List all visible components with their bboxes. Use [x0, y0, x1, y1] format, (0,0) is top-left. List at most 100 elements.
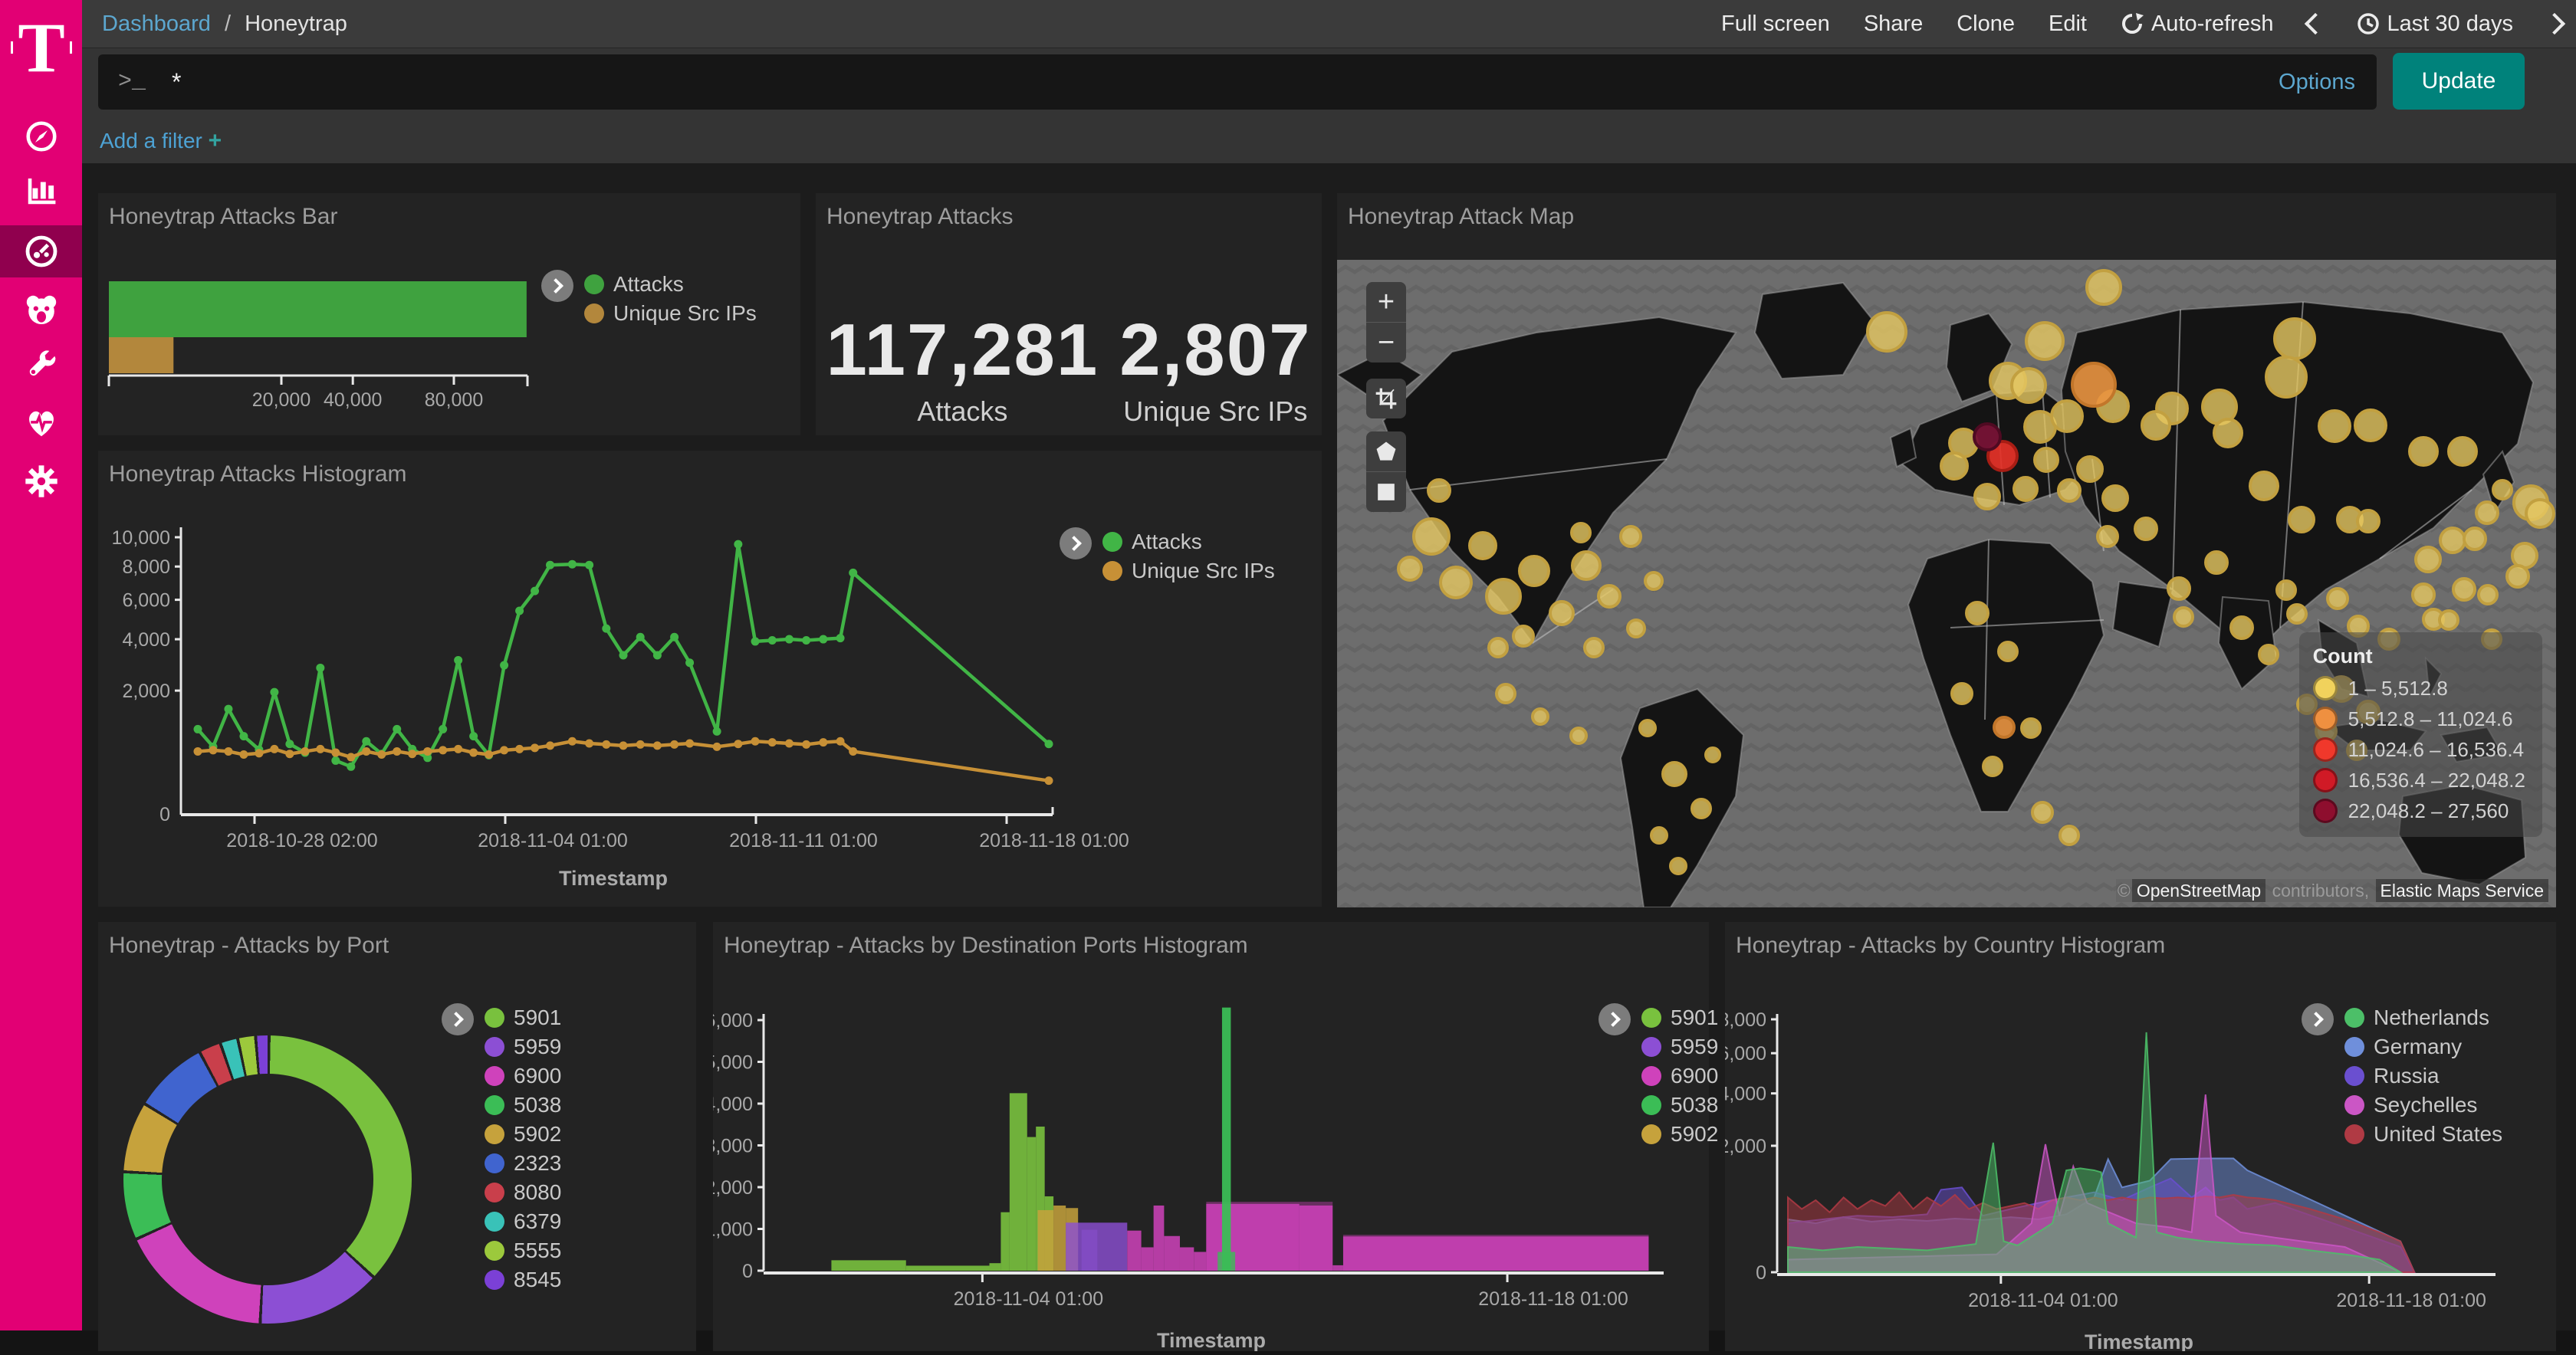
legend-item-5038[interactable]: 5038: [485, 1091, 561, 1120]
legend-item-5555[interactable]: 5555: [485, 1236, 561, 1265]
legend-item-seychelles[interactable]: Seychelles: [2344, 1091, 2502, 1120]
legend-item-attacks[interactable]: Attacks: [584, 270, 757, 299]
legend-item-5902[interactable]: 5902: [1641, 1120, 1718, 1149]
legend-label: Attacks: [1132, 530, 1202, 554]
add-filter-link[interactable]: Add a filter +: [100, 128, 222, 154]
update-button[interactable]: Update: [2393, 53, 2525, 110]
legend-item-unique-src-ips[interactable]: Unique Src IPs: [584, 299, 757, 328]
share-button[interactable]: Share: [1864, 11, 1923, 37]
legend-label: 6900: [514, 1064, 561, 1088]
legend-dot: [1641, 1008, 1661, 1028]
telekom-logo[interactable]: T: [11, 12, 72, 83]
legend-item-5959[interactable]: 5959: [1641, 1032, 1718, 1061]
sidebar-item-management[interactable]: [0, 455, 82, 507]
legend-dot: [584, 303, 604, 323]
sidebar-item-devtools[interactable]: [0, 340, 82, 392]
svg-text:2018-11-04 01:00: 2018-11-04 01:00: [954, 1288, 1104, 1310]
attacks-histogram-chart[interactable]: 10,0008,0006,0004,0002,00002018-10-28 02…: [98, 451, 1322, 907]
legend-dot: [2344, 1037, 2364, 1057]
legend-label: Russia: [2374, 1064, 2440, 1088]
breadcrumb-separator: /: [225, 11, 231, 36]
svg-text:2,000: 2,000: [122, 681, 170, 702]
panel-attacks-by-port: Honeytrap - Attacks by Port 590159596900…: [98, 922, 696, 1351]
svg-text:8,000: 8,000: [1725, 1009, 1766, 1031]
time-forward-button[interactable]: [2547, 16, 2562, 31]
heartbeat-icon: [24, 405, 59, 441]
svg-text:2018-11-11 01:00: 2018-11-11 01:00: [729, 830, 878, 851]
zoom-out-button[interactable]: −: [1366, 322, 1406, 363]
legend-label: Attacks: [613, 272, 684, 297]
legend-item-5902[interactable]: 5902: [485, 1120, 561, 1149]
osm-link[interactable]: OpenStreetMap: [2132, 879, 2266, 902]
dest-ports-histogram-chart[interactable]: 6,0005,0004,0003,0002,0001,00002018-11-0…: [713, 922, 1709, 1351]
chevron-left-icon: [2304, 13, 2325, 34]
edit-button[interactable]: Edit: [2049, 11, 2087, 37]
svg-text:1,000: 1,000: [713, 1219, 753, 1241]
breadcrumb-dashboard-link[interactable]: Dashboard: [102, 11, 211, 36]
logo-square-right: [70, 41, 72, 54]
legend-item-unique-src-ips[interactable]: Unique Src IPs: [1102, 556, 1275, 586]
legend-label: 2323: [514, 1151, 561, 1176]
query-text[interactable]: *: [172, 68, 2279, 97]
legend-label: Unique Src IPs: [613, 301, 757, 326]
time-back-button[interactable]: [2308, 16, 2323, 31]
query-bar: >_ * Options Update: [82, 48, 2576, 119]
svg-text:8,000: 8,000: [122, 556, 170, 578]
draw-polygon-button[interactable]: [1366, 431, 1406, 471]
legend-item-russia[interactable]: Russia: [2344, 1061, 2502, 1091]
attacks-histogram-legend: AttacksUnique Src IPs: [1060, 527, 1275, 586]
svg-text:10,000: 10,000: [112, 527, 170, 549]
attack-map[interactable]: + −: [1337, 260, 2556, 907]
legend-item-6900[interactable]: 6900: [485, 1061, 561, 1091]
metric-label: Unique Src IPs: [1119, 395, 1311, 428]
panel-attack-map: Honeytrap Attack Map + −: [1337, 193, 2556, 907]
legend-item-united-states[interactable]: United States: [2344, 1120, 2502, 1149]
legend-item-5959[interactable]: 5959: [485, 1032, 561, 1061]
draw-rectangle-button[interactable]: [1366, 471, 1406, 512]
sidebar-item-timelion[interactable]: [0, 284, 82, 336]
fullscreen-button[interactable]: Full screen: [1721, 11, 1830, 37]
sidebar-item-monitoring[interactable]: [0, 397, 82, 449]
legend-collapse-button[interactable]: [1060, 527, 1092, 559]
time-picker-button[interactable]: Last 30 days: [2357, 11, 2513, 37]
legend-collapse-button[interactable]: [1598, 1003, 1631, 1035]
legend-item-6900[interactable]: 6900: [1641, 1061, 1718, 1091]
legend-item-netherlands[interactable]: Netherlands: [2344, 1003, 2502, 1032]
legend-item-germany[interactable]: Germany: [2344, 1032, 2502, 1061]
fit-bounds-button[interactable]: [1366, 379, 1406, 418]
sidebar-item-dashboard[interactable]: [0, 225, 82, 277]
legend-dot: [2344, 1124, 2364, 1144]
svg-text:2018-11-18 01:00: 2018-11-18 01:00: [1478, 1288, 1628, 1310]
clone-button[interactable]: Clone: [1957, 11, 2015, 37]
legend-item-5901[interactable]: 5901: [1641, 1003, 1718, 1032]
legend-dot: [2344, 1008, 2364, 1028]
svg-text:2018-10-28 02:00: 2018-10-28 02:00: [226, 830, 377, 851]
svg-text:2018-11-04 01:00: 2018-11-04 01:00: [1968, 1290, 2118, 1311]
legend-item-8545[interactable]: 8545: [485, 1265, 561, 1294]
panel-title: Honeytrap - Attacks by Destination Ports…: [724, 933, 1248, 959]
legend-label: 5,512.8 – 11,024.6: [2348, 707, 2513, 731]
clock-icon: [2357, 12, 2380, 35]
legend-collapse-button[interactable]: [2302, 1003, 2334, 1035]
panel-title: Honeytrap Attacks Histogram: [109, 461, 407, 487]
sidebar-item-discover[interactable]: [0, 110, 82, 162]
legend-item-5038[interactable]: 5038: [1641, 1091, 1718, 1120]
panel-title: Honeytrap - Attacks by Country Histogram: [1736, 933, 2165, 959]
legend-item-2323[interactable]: 2323: [485, 1149, 561, 1178]
metric-value: 2,807: [1119, 308, 1311, 392]
svg-text:Timestamp: Timestamp: [1157, 1329, 1266, 1351]
legend-item-8080[interactable]: 8080: [485, 1178, 561, 1207]
zoom-in-button[interactable]: +: [1366, 282, 1406, 322]
query-options-link[interactable]: Options: [2279, 70, 2355, 95]
contributors-text: contributors,: [2266, 879, 2375, 902]
legend-item-5901[interactable]: 5901: [485, 1003, 561, 1032]
search-input[interactable]: >_ * Options: [98, 54, 2377, 110]
ems-link[interactable]: Elastic Maps Service: [2376, 879, 2548, 902]
sidebar-item-visualize[interactable]: [0, 165, 82, 217]
legend-collapse-button[interactable]: [442, 1003, 474, 1035]
legend-label: 5901: [1671, 1006, 1718, 1030]
legend-item-attacks[interactable]: Attacks: [1102, 527, 1275, 556]
legend-collapse-button[interactable]: [541, 270, 573, 302]
auto-refresh-button[interactable]: Auto-refresh: [2121, 11, 2274, 37]
legend-item-6379[interactable]: 6379: [485, 1207, 561, 1236]
